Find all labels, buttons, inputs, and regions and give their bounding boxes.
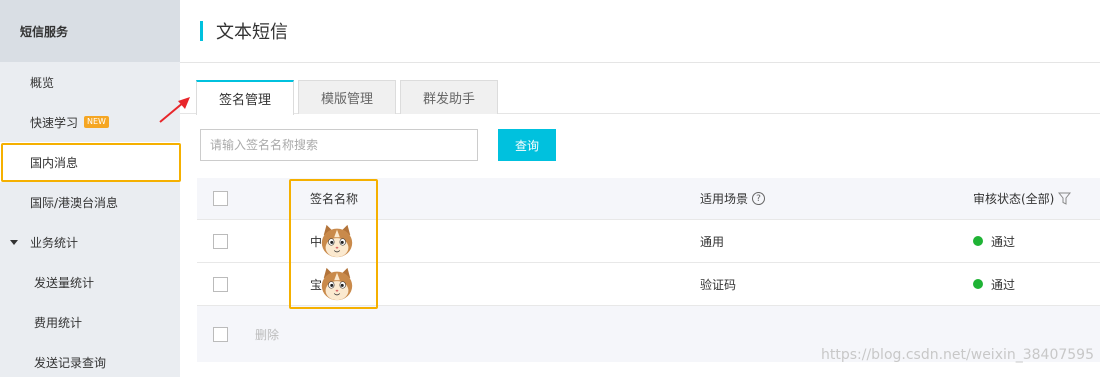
tab-signature[interactable]: 签名管理 xyxy=(196,80,294,115)
caret-down-icon xyxy=(10,239,18,245)
tab-template[interactable]: 模版管理 xyxy=(298,80,396,114)
sidebar-item-label: 概览 xyxy=(30,75,55,90)
search-button[interactable]: 查询 xyxy=(498,129,556,161)
row-checkbox[interactable] xyxy=(213,233,228,249)
table-header: 签名名称 适用场景 ? 审核状态(全部) xyxy=(197,178,1100,220)
status-dot-icon xyxy=(973,236,983,246)
tab-label: 群发助手 xyxy=(422,92,475,107)
row-checkbox[interactable] xyxy=(213,276,228,292)
sidebar-item-quick-learn[interactable]: 快速学习 NEW xyxy=(0,102,180,142)
delete-button[interactable]: 删除 xyxy=(243,320,291,349)
sidebar-item-label: 发送量统计 xyxy=(34,275,95,290)
sidebar: 短信服务 概览 快速学习 NEW 国内消息 国际/港澳台消息 业务统计 发送量统… xyxy=(0,0,180,377)
footer-select-checkbox[interactable] xyxy=(213,326,228,342)
sidebar-item-label: 费用统计 xyxy=(34,315,83,330)
help-icon[interactable]: ? xyxy=(752,192,766,205)
sidebar-item-label: 国际/港澳台消息 xyxy=(30,195,119,210)
sidebar-item-international[interactable]: 国际/港澳台消息 xyxy=(0,182,180,222)
filter-icon[interactable] xyxy=(1058,192,1072,205)
sidebar-item-label: 国内消息 xyxy=(30,155,79,170)
column-header-name: 签名名称 xyxy=(310,192,359,206)
sidebar-item-label: 业务统计 xyxy=(30,235,79,250)
sidebar-item-cost[interactable]: 费用统计 xyxy=(0,302,180,342)
sidebar-item-domestic[interactable]: 国内消息 xyxy=(0,142,180,182)
sidebar-item-label: 快速学习 xyxy=(30,115,79,130)
status-value: 通过 xyxy=(991,277,1016,292)
search-input[interactable] xyxy=(200,129,478,161)
status-dot-icon xyxy=(973,279,983,289)
cat-sticker-icon xyxy=(321,267,353,301)
column-header-status[interactable]: 审核状态(全部) xyxy=(973,190,1054,207)
select-all-checkbox[interactable] xyxy=(213,191,228,206)
tab-label: 签名管理 xyxy=(218,93,271,108)
page-header: 文本短信 xyxy=(180,0,1100,63)
sidebar-header: 短信服务 xyxy=(0,0,180,62)
title-accent-bar xyxy=(200,21,203,41)
sidebar-item-overview[interactable]: 概览 xyxy=(0,62,180,102)
scene-value: 通用 xyxy=(700,234,725,249)
column-header-scene: 适用场景 xyxy=(700,192,749,206)
page-title: 文本短信 xyxy=(216,22,288,43)
cat-sticker-icon xyxy=(321,224,353,258)
tab-bulk-send[interactable]: 群发助手 xyxy=(400,80,498,114)
table-row: 宝 验证码 通过 xyxy=(197,263,1100,306)
red-arrow-icon xyxy=(159,97,190,123)
sidebar-item-label: 发送记录查询 xyxy=(34,355,107,370)
table-row: 中 通用 通过 xyxy=(197,220,1100,263)
scene-value: 验证码 xyxy=(700,277,737,292)
sidebar-group-statistics[interactable]: 业务统计 xyxy=(0,222,180,262)
tab-label: 模版管理 xyxy=(320,92,373,107)
watermark-text: https://blog.csdn.net/weixin_38407595 xyxy=(820,347,1094,363)
status-value: 通过 xyxy=(991,234,1016,249)
sidebar-item-send-records[interactable]: 发送记录查询 xyxy=(0,342,180,377)
sidebar-item-send-volume[interactable]: 发送量统计 xyxy=(0,262,180,302)
new-badge: NEW xyxy=(84,116,109,128)
